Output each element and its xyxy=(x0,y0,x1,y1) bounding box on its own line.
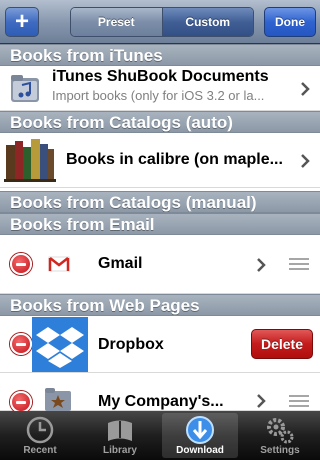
list-item-gmail[interactable]: Gmail xyxy=(0,235,320,294)
segment-custom[interactable]: Custom xyxy=(162,8,253,36)
download-arrow-icon xyxy=(186,416,214,444)
delete-button[interactable]: Delete xyxy=(251,329,313,359)
tab-bar: Recent Library Download Settings xyxy=(0,411,320,460)
book-icon xyxy=(108,420,132,441)
row-title: My Company's... xyxy=(98,393,224,410)
dropbox-icon xyxy=(32,317,88,372)
chevron-right-icon xyxy=(257,394,266,408)
section-header-catalogs-manual: Books from Catalogs (manual) xyxy=(0,191,320,213)
list-item-company[interactable]: My Company's... xyxy=(0,373,320,413)
row-title: Gmail xyxy=(98,255,143,272)
list-item-itunes-documents[interactable]: iTunes ShuBook Documents Import books (o… xyxy=(0,66,320,111)
gmail-icon xyxy=(48,255,70,273)
tab-label: Recent xyxy=(23,445,57,456)
chevron-right-icon xyxy=(301,154,310,168)
delete-minus-icon[interactable] xyxy=(10,333,32,355)
reorder-handle-icon[interactable] xyxy=(289,395,309,409)
section-header-email: Books from Email xyxy=(0,213,320,235)
tab-settings[interactable]: Settings xyxy=(242,413,318,458)
tab-label: Download xyxy=(176,445,224,456)
list-item-dropbox[interactable]: Dropbox Delete xyxy=(0,316,320,373)
list-item-calibre[interactable]: Books in calibre (on maple... xyxy=(0,133,320,188)
delete-minus-icon[interactable] xyxy=(10,253,32,275)
itunes-folder-icon xyxy=(10,72,40,104)
section-header-web-pages: Books from Web Pages xyxy=(0,294,320,316)
add-button[interactable]: + xyxy=(5,7,39,37)
row-title: iTunes ShuBook Documents xyxy=(52,68,269,85)
segment-preset[interactable]: Preset xyxy=(71,8,163,36)
chevron-right-icon xyxy=(301,82,310,96)
navigation-bar: + Preset Custom Done xyxy=(0,0,320,44)
row-subtitle: Import books (only for iOS 3.2 or la... xyxy=(52,88,265,103)
preset-custom-segmented-control[interactable]: Preset Custom xyxy=(70,7,254,37)
folder-star-icon xyxy=(44,385,74,411)
done-button[interactable]: Done xyxy=(264,7,316,37)
tab-download[interactable]: Download xyxy=(162,413,238,458)
tab-library[interactable]: Library xyxy=(82,413,158,458)
section-header-catalogs-auto: Books from Catalogs (auto) xyxy=(0,111,320,133)
delete-minus-icon[interactable] xyxy=(10,391,32,413)
tab-recent[interactable]: Recent xyxy=(2,413,78,458)
tab-label: Library xyxy=(103,445,137,456)
reorder-handle-icon[interactable] xyxy=(289,258,309,272)
books-shelf-icon xyxy=(4,137,56,183)
row-title: Books in calibre (on maple... xyxy=(66,151,283,168)
section-header-itunes: Books from iTunes xyxy=(0,44,320,66)
row-title: Dropbox xyxy=(98,336,164,353)
chevron-right-icon xyxy=(257,258,266,272)
tab-label: Settings xyxy=(260,445,300,456)
clock-icon xyxy=(26,416,54,444)
gears-icon xyxy=(267,418,294,444)
